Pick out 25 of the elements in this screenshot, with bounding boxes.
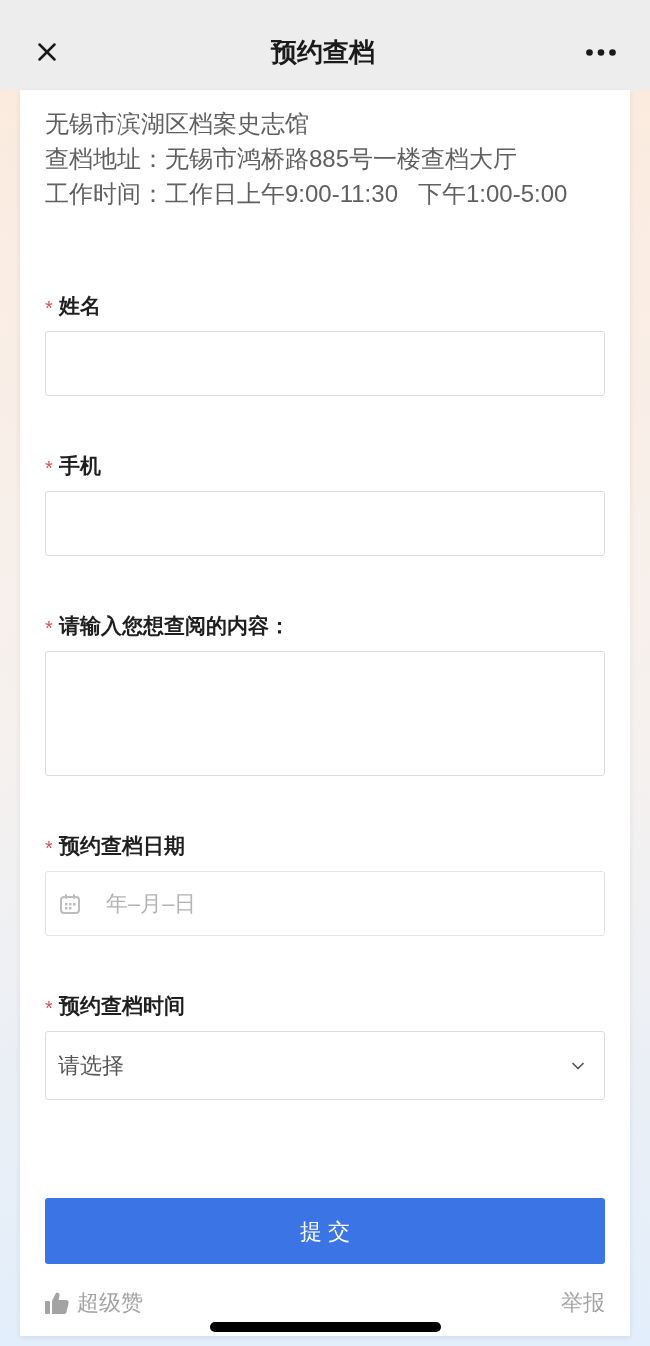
text-input-field[interactable] xyxy=(45,331,605,396)
report-link[interactable]: 举报 xyxy=(561,1286,605,1319)
field-label: 预约查档时间 xyxy=(58,993,185,1020)
text-input-field[interactable] xyxy=(45,491,605,556)
info-text: 查档地址：无锡市鸿桥路885号一楼查档大厅 xyxy=(45,144,519,174)
required-asterisk: * xyxy=(45,618,53,638)
field-label: 姓名 xyxy=(58,293,101,320)
field-label: 手机 xyxy=(58,453,101,480)
like-button[interactable]: 超级赞 xyxy=(45,1286,143,1319)
thumbs-up-icon xyxy=(45,1291,69,1314)
info-text: 无锡市滨湖区档案史志馆 xyxy=(45,109,310,139)
page-title: 预约查档 xyxy=(271,35,375,69)
more-icon xyxy=(586,48,616,56)
date-field[interactable]: 年–月–日 xyxy=(45,871,605,936)
textarea-field[interactable] xyxy=(45,651,605,776)
required-asterisk: * xyxy=(45,998,53,1018)
time-select[interactable]: 请选择 xyxy=(45,1031,605,1100)
info-text: 工作时间：工作日上午9:00-11:30 下午1:00-5:00 xyxy=(45,179,569,209)
field-label: 请输入您想查阅的内容： xyxy=(58,613,290,640)
required-asterisk: * xyxy=(45,838,53,858)
required-asterisk: * xyxy=(45,458,53,478)
required-asterisk: * xyxy=(45,298,53,318)
calendar-icon xyxy=(59,893,81,915)
submit-button[interactable]: 提 交 xyxy=(45,1198,605,1264)
field-label: 预约查档日期 xyxy=(58,833,185,860)
